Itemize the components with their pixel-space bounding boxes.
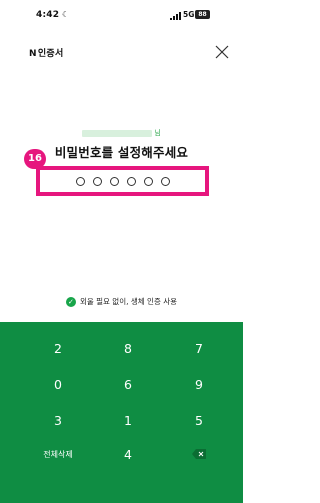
name-suffix: 님: [154, 129, 161, 137]
brand-n-logo: N: [29, 49, 37, 59]
keypad-key[interactable]: 0: [28, 369, 88, 399]
check-circle-icon[interactable]: ✓: [65, 297, 76, 307]
keypad-key[interactable]: 6: [98, 369, 158, 399]
keypad-key[interactable]: 5: [169, 405, 229, 435]
keypad-key[interactable]: 3: [28, 405, 88, 435]
pin-dot: [75, 176, 85, 186]
battery-icon: 88: [195, 10, 210, 19]
pin-dot: [109, 176, 119, 186]
app-bar: N인증서: [0, 42, 243, 64]
do-not-disturb-icon: ☾: [62, 10, 70, 19]
step-badge: 16: [24, 149, 46, 169]
pin-input[interactable]: [40, 170, 205, 192]
keypad-key[interactable]: 9: [169, 369, 229, 399]
status-bar: 4:42 ☾ 5G 88: [0, 0, 243, 34]
numeric-keypad: 2 8 7 0 6 9 3 1 5 전체삭제 4: [0, 322, 243, 503]
backspace-button[interactable]: [169, 439, 229, 469]
signal-icon: [170, 12, 181, 20]
clear-all-button[interactable]: 전체삭제: [28, 439, 88, 469]
keypad-key[interactable]: 8: [98, 333, 158, 363]
pin-dot: [143, 176, 153, 186]
backspace-icon: [192, 449, 206, 459]
keypad-key[interactable]: 1: [98, 405, 158, 435]
keypad-key[interactable]: 2: [28, 333, 88, 363]
pin-input-highlight: [36, 166, 209, 196]
biometric-option[interactable]: ✓ 외울 필요 없이, 생체 인증 사용: [0, 296, 243, 307]
user-name-row: 님: [0, 128, 243, 138]
biometric-label: 외울 필요 없이, 생체 인증 사용: [79, 297, 178, 306]
keypad-key[interactable]: 4: [98, 439, 158, 469]
pin-dot: [160, 176, 170, 186]
pin-dot: [92, 176, 102, 186]
masked-user-name: [82, 129, 153, 137]
brand-logo: N인증서: [29, 46, 64, 59]
keypad-key[interactable]: 7: [169, 333, 229, 363]
pin-dot: [126, 176, 136, 186]
close-icon[interactable]: [214, 44, 230, 60]
network-type: 5G: [183, 10, 195, 19]
status-time: 4:42: [36, 10, 60, 20]
brand-label: 인증서: [37, 49, 64, 59]
